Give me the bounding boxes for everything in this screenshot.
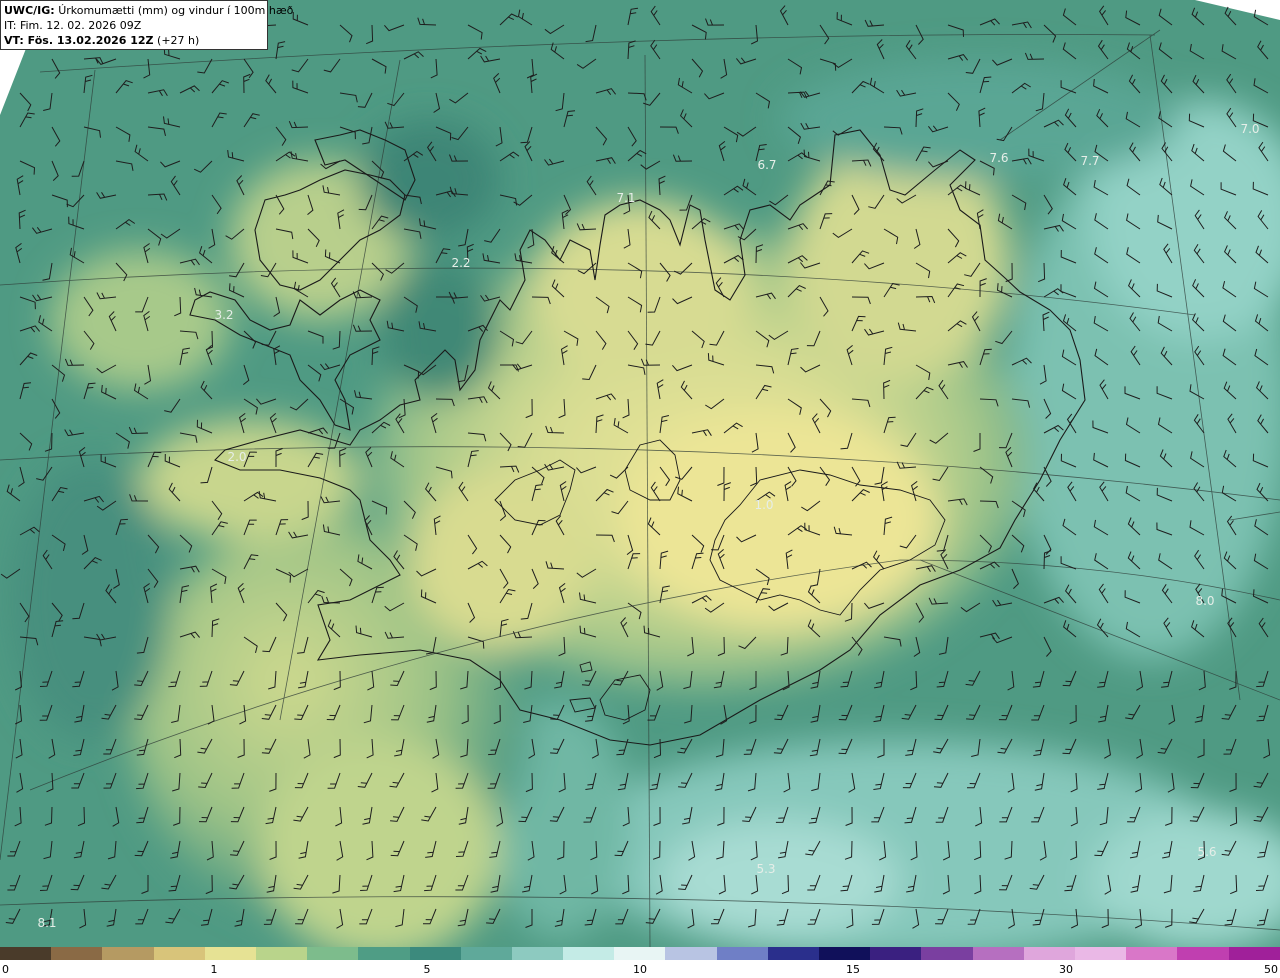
colorbar-segment	[767, 947, 819, 960]
colorbar-segment	[1228, 947, 1280, 960]
colorbar-segment	[1023, 947, 1075, 960]
product-name: UWC/IG:	[4, 4, 55, 17]
colorbar-segment	[1177, 947, 1229, 960]
colorbar-tick: 0	[2, 963, 9, 976]
colorbar-segment	[665, 947, 717, 960]
colorbar-tick: 50	[1264, 963, 1278, 976]
colorbar-tick: 15	[846, 963, 860, 976]
map-title-box: UWC/IG: Úrkomumætti (mm) og vindur í 100…	[0, 0, 293, 50]
map-value-label: 7.1	[616, 191, 636, 205]
product-description: Úrkomumætti (mm) og vindur í 100m hæð	[58, 4, 294, 17]
colorbar-segment	[102, 947, 154, 960]
colorbar-segment	[0, 947, 52, 960]
forecast-map	[0, 0, 1280, 947]
map-value-label: 5.3	[756, 862, 776, 876]
colorbar-segment	[204, 947, 256, 960]
colorbar-segment	[153, 947, 205, 960]
colorbar: 0 1 5 10 15 30 50	[0, 947, 1280, 978]
colorbar-segment	[819, 947, 871, 960]
colorbar-segment	[51, 947, 103, 960]
map-value-label: 2.2	[451, 256, 471, 270]
colorbar-segment	[358, 947, 410, 960]
map-value-label: 2.0	[227, 450, 247, 464]
colorbar-segment	[409, 947, 461, 960]
colorbar-segment	[972, 947, 1024, 960]
map-value-label: 7.6	[989, 151, 1009, 165]
valid-time: VT: Fös. 13.02.2026 12Z	[4, 34, 154, 47]
init-time: IT: Fim. 12. 02. 2026 09Z	[4, 19, 142, 32]
colorbar-tick: 10	[633, 963, 647, 976]
colorbar-segment	[716, 947, 768, 960]
colorbar-segment	[870, 947, 922, 960]
title-line: UWC/IG: Úrkomumætti (mm) og vindur í 100…	[4, 3, 293, 18]
colorbar-segment	[307, 947, 359, 960]
colorbar-tick: 5	[423, 963, 431, 976]
map-value-label: 3.2	[214, 308, 234, 322]
colorbar-tick: 30	[1059, 963, 1073, 976]
colorbar-segment	[921, 947, 973, 960]
map-value-label: 6.7	[757, 158, 777, 172]
map-stage: 6.7 7.6 7.7 7.0 7.1 2.2 3.2 2.0 1.0 8.0 …	[0, 0, 1280, 978]
colorbar-segment	[1074, 947, 1127, 960]
map-value-label: 7.0	[1240, 122, 1260, 136]
map-value-label: 7.7	[1080, 154, 1100, 168]
colorbar-segment	[1126, 947, 1178, 960]
map-value-label: 1.0	[754, 498, 774, 512]
map-value-label: 8.0	[1195, 594, 1215, 608]
colorbar-strip	[0, 947, 1280, 960]
colorbar-tick: 1	[210, 963, 218, 976]
forecast-lead: (+27 h)	[157, 34, 200, 47]
colorbar-segment	[460, 947, 512, 960]
valid-time-line: VT: Fös. 13.02.2026 12Z (+27 h)	[4, 33, 264, 48]
colorbar-segment	[511, 947, 564, 960]
map-value-label: 8.1	[37, 916, 57, 930]
colorbar-segment	[255, 947, 308, 960]
map-value-label: 5.6	[1197, 845, 1217, 859]
colorbar-segment	[563, 947, 615, 960]
colorbar-segment	[614, 947, 666, 960]
